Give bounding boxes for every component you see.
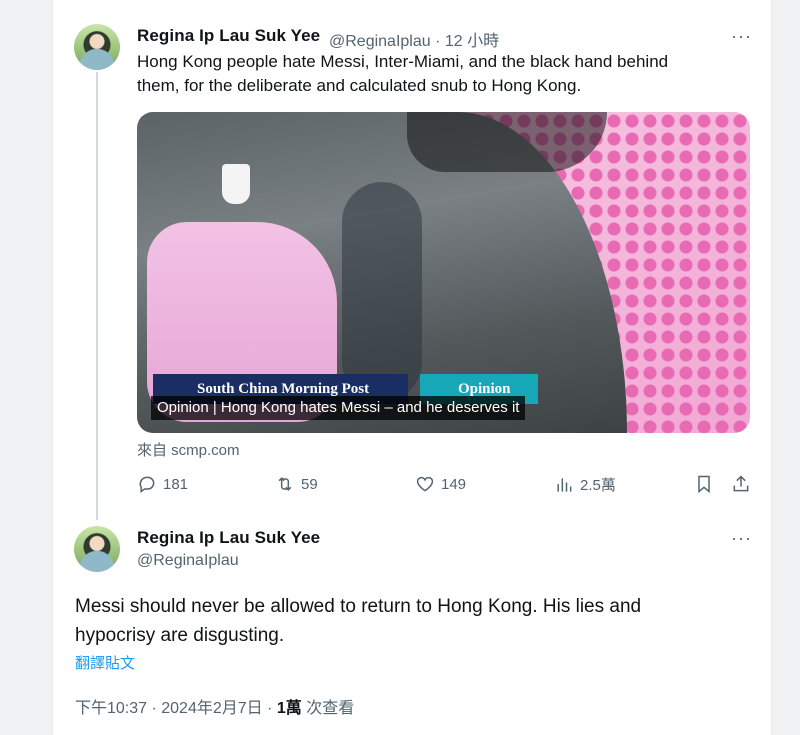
more-options-button[interactable]: ··· — [731, 528, 752, 549]
tweet-text-line: Messi should never be allowed to return … — [75, 596, 642, 617]
views-count: 1萬 — [276, 700, 302, 717]
reply-button[interactable]: 181 — [137, 474, 188, 494]
heart-icon — [416, 476, 434, 492]
reply-count: 181 — [163, 475, 189, 493]
link-card-image[interactable]: South China Morning Post Opinion Opinion… — [137, 112, 750, 433]
author-name[interactable]: Regina Ip Lau Suk Yee — [137, 26, 320, 46]
main-tweet-text: Messi should never be allowed to return … — [75, 592, 725, 650]
bookmark-icon — [698, 475, 710, 494]
share-button[interactable] — [731, 474, 751, 494]
like-button[interactable]: 149 — [415, 474, 466, 494]
tweet-text: Hong Kong people hate Messi, Inter-Miami… — [137, 50, 668, 98]
author-name[interactable]: Regina Ip Lau Suk Yee — [137, 528, 320, 548]
action-bar: 181 59 149 2.5萬 — [137, 474, 752, 498]
views-chart-icon — [557, 477, 572, 492]
view-count: 2.5萬 — [580, 477, 616, 494]
tweet-text-line: them, for the deliberate and calculated … — [137, 76, 582, 95]
link-source[interactable]: 來自 scmp.com — [137, 439, 240, 460]
post-metadata: 下午10:37 · 2024年2月7日 · 1萬 次查看 — [75, 694, 354, 718]
repost-button[interactable]: 59 — [275, 474, 318, 494]
author-handle[interactable]: @ReginaIplau — [329, 33, 431, 50]
car-seat — [342, 182, 422, 402]
views-label: 次查看 — [301, 700, 355, 717]
translate-post-link[interactable]: 翻譯貼文 — [75, 652, 135, 673]
avatar[interactable] — [74, 24, 120, 70]
post-timestamp[interactable]: 下午10:37 · 2024年2月7日 · — [75, 700, 277, 717]
repost-count: 59 — [301, 475, 318, 493]
repost-icon — [278, 477, 292, 491]
palm-reflection — [407, 112, 607, 172]
share-icon — [733, 475, 749, 492]
bookmark-button[interactable] — [694, 474, 714, 494]
avatar[interactable] — [74, 526, 120, 572]
reply-icon — [139, 476, 155, 493]
author-handle[interactable]: @ReginaIplau — [137, 552, 239, 570]
author-handle-and-time[interactable]: @ReginaIplau · 12 小時 — [329, 27, 499, 51]
post-time[interactable]: · 12 小時 — [435, 33, 499, 50]
drink-cup — [222, 164, 250, 204]
tweet-text-line: hypocrisy are disgusting. — [75, 625, 285, 646]
views-button[interactable]: 2.5萬 — [554, 474, 616, 495]
like-count: 149 — [441, 475, 467, 493]
thread-connector-line — [96, 72, 98, 520]
tweet-text-line: Hong Kong people hate Messi, Inter-Miami… — [137, 52, 669, 71]
link-card-caption[interactable]: Opinion | Hong Kong hates Messi – and he… — [151, 396, 526, 420]
more-options-button[interactable]: ··· — [731, 26, 752, 47]
